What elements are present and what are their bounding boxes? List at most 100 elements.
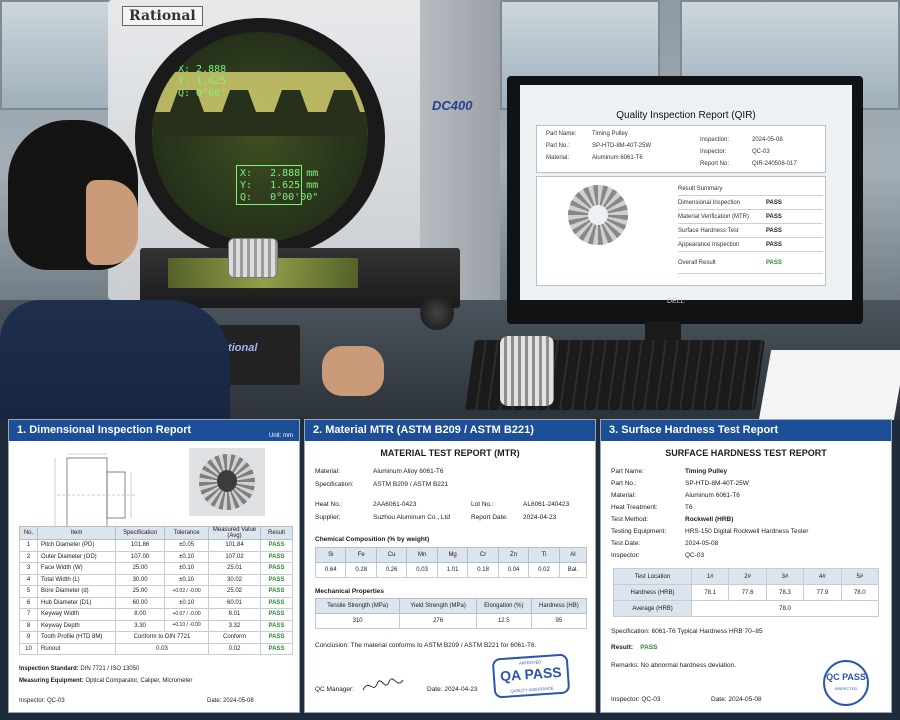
qir-pulley-image	[568, 185, 628, 245]
cell: 9	[19, 631, 38, 644]
column-header: Mn	[406, 547, 438, 563]
value: SP-HTD-8M-40T-25W	[685, 480, 749, 487]
column-header: Al	[558, 547, 588, 563]
stamp-ring-text: INSPECTED	[834, 686, 858, 691]
cell: 6	[19, 596, 38, 609]
column-header: Cu	[375, 547, 408, 563]
cell: Keyway Depth	[37, 619, 116, 632]
cell: 77.9	[803, 584, 842, 601]
label: Material:	[315, 468, 340, 475]
value: DIN 7721 / ISO 13050	[80, 666, 140, 672]
field: Part Name: Timing Pulley	[611, 468, 727, 475]
column-header: Cr	[467, 547, 499, 563]
cell: 25.02	[208, 585, 261, 598]
cell: 3.30	[114, 619, 166, 632]
qir-value: QIR-240508-017	[752, 161, 797, 167]
chemical-title: Chemical Composition (% by weight)	[315, 536, 430, 543]
column-header: Fe	[345, 547, 377, 563]
row-header: Hardness (HRB)	[613, 584, 692, 601]
column-header: Item	[37, 526, 116, 540]
qir-key: Part No.:	[546, 143, 570, 149]
cell: 101.86	[114, 539, 166, 552]
table-row: Test Location 1# 2# 3# 4# 5#	[613, 568, 880, 585]
table-row: 6 Hub Diameter (D1) 60.00 ±0.10 60.01 PASS	[19, 596, 293, 609]
value: ASTM B209 / ASTM B221	[373, 481, 449, 488]
monitor-brand: DELL	[667, 298, 685, 305]
column-header: Tensile Strength (MPa)	[314, 598, 401, 614]
cell: 8.00	[114, 608, 166, 621]
cell: PASS	[260, 573, 293, 586]
operator-hand	[322, 346, 384, 396]
material-field: Material: Aluminum Alloy 6061-T6	[315, 468, 443, 475]
cell: 4	[19, 573, 38, 586]
label: Heat No.:	[315, 501, 343, 508]
cell: 0.64	[314, 562, 347, 578]
column-header: Specification	[114, 526, 166, 540]
qa-pass-stamp: APPROVED QA PASS QUALITY ASSURANCE	[491, 653, 571, 699]
qir-info-right: Inspection: 2024-05-08 Inspector: QC-03 Re…	[700, 134, 797, 170]
cell: Bal.	[558, 562, 588, 578]
cell: 276	[399, 613, 477, 629]
cell: 1.01	[436, 562, 469, 578]
cell: ±0.10	[164, 596, 209, 609]
label: Part No.:	[611, 480, 637, 487]
cell: 8	[19, 619, 38, 632]
comparator-brand: Rational	[122, 6, 203, 26]
field: Testing Equipment: HRS-150 Digital Rockwe…	[611, 528, 808, 535]
pulley-photo	[189, 448, 265, 516]
table-row: Hardness (HRB) 78.1 77.6 78.3 77.9 78.0	[613, 584, 880, 601]
column-header: Elongation (%)	[475, 598, 532, 614]
cell: 78.0	[840, 584, 880, 601]
column-header: Ti	[528, 547, 560, 563]
cell: 2	[19, 550, 38, 563]
cell: 0.18	[467, 562, 499, 578]
paper-on-bench	[758, 350, 900, 420]
operator-face	[86, 180, 138, 265]
cell: PASS	[260, 642, 293, 655]
operator-torso	[0, 300, 230, 420]
column-header: Zn	[497, 547, 530, 563]
label: Inspector:	[611, 552, 640, 559]
qir-key: Report No:	[700, 161, 730, 167]
value: Suzhou Aluminum Co., Ltd	[373, 514, 450, 521]
cell: ±0.10	[164, 573, 209, 586]
cell: Tooth Profile (HTD 8M)	[37, 631, 116, 644]
cell: 12.5	[475, 613, 532, 629]
qir-summary-result: PASS	[766, 227, 782, 234]
value: Aluminum Alloy 6061-T6	[373, 468, 444, 475]
qir-summary-item: Surface Hardness Test	[678, 227, 739, 234]
cell: +0.02 / -0.00	[164, 585, 209, 598]
panel-title: 3. Surface Hardness Test Report	[601, 420, 891, 441]
qir-title: Quality Inspection Report (QIR)	[616, 110, 756, 121]
label: Test Date:	[611, 540, 641, 547]
cell: 107.02	[208, 550, 261, 563]
row-header: Average (HRB)	[613, 600, 692, 617]
value: Aluminum 6061-T6	[685, 492, 740, 499]
cell: 30.02	[208, 573, 261, 586]
table-row: 9 Tooth Profile (HTD 8M) Conform to DIN 77…	[19, 631, 293, 644]
qir-summary: Result Summary Dimensional Inspection PAS…	[678, 182, 823, 274]
cell: PASS	[260, 608, 293, 621]
label: Test Method:	[611, 516, 649, 523]
value: PASS	[640, 644, 658, 651]
cell: 310	[314, 613, 401, 629]
cell: 0.02	[208, 642, 261, 655]
inspector: Inspector: QC-03	[611, 696, 661, 703]
cell: +0.07 / -0.00	[164, 608, 209, 621]
value: AL6061-240423	[523, 501, 570, 508]
document-title: MATERIAL TEST REPORT (MTR)	[380, 448, 520, 458]
report-date-field: Report Date: 2024-04-23	[471, 514, 556, 521]
chemical-table: Si Fe Cu Mn Mg Cr Zn Ti Al 0.64 0.28 0.2…	[314, 547, 588, 578]
field: Test Date: 2024-05-08	[611, 540, 718, 547]
column-header: No.	[19, 526, 38, 540]
table-row: 8 Keyway Depth 3.30 +0.10 / -0.00 3.32 PASS	[19, 619, 293, 632]
cell: 0.03	[115, 642, 209, 655]
cell: 8.01	[208, 608, 261, 621]
specification: Specification: 6061-T6 Typical Hardness …	[611, 628, 763, 635]
cell: 78.3	[765, 584, 805, 601]
table-row: 10 Runout 0.03 0.02 PASS	[19, 642, 293, 655]
qc-manager: QC Manager:	[315, 686, 355, 693]
column-header: Tolerance	[164, 526, 209, 540]
stamp-bottom-text: QUALITY ASSURANCE	[510, 685, 554, 694]
cell: Total Width (L)	[37, 573, 116, 586]
